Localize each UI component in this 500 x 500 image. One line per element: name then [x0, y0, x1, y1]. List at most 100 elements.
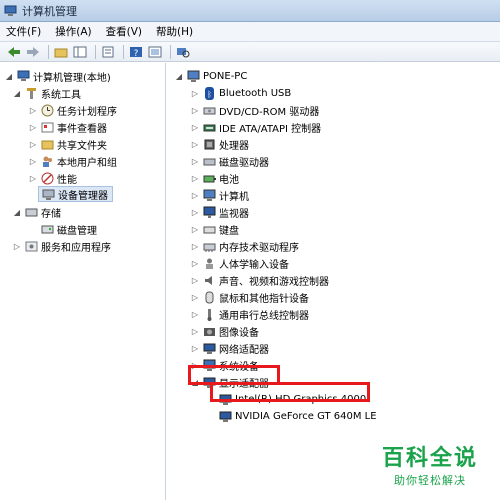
expand-arrow-icon[interactable]: ◢: [12, 89, 22, 98]
sound-icon: [202, 273, 216, 287]
view-icon[interactable]: [147, 44, 163, 60]
watermark: 百科全说 助你轻松解决: [370, 440, 490, 488]
back-icon[interactable]: [6, 44, 22, 60]
help-icon[interactable]: ?: [128, 44, 144, 60]
category-hid[interactable]: ▷ 人体学输入设备: [190, 255, 289, 271]
collapse-arrow-icon[interactable]: ▷: [28, 123, 38, 132]
tree-label: 设备管理器: [58, 190, 108, 202]
scan-hardware-icon[interactable]: [175, 44, 191, 60]
svg-text:ᛒ: ᛒ: [207, 90, 212, 99]
category-sound[interactable]: ▷ 声音、视频和游戏控制器: [190, 272, 329, 288]
category-dvd[interactable]: ▷ DVD/CD-ROM 驱动器: [190, 102, 319, 118]
hid-icon: [202, 256, 216, 270]
collapse-arrow-icon[interactable]: ▷: [190, 89, 200, 98]
category-label: 电池: [219, 174, 239, 186]
expand-arrow-icon[interactable]: ◢: [174, 72, 184, 81]
disk-management-icon: [40, 222, 54, 236]
properties-icon[interactable]: [100, 44, 116, 60]
category-processor[interactable]: ▷ 处理器: [190, 136, 249, 152]
collapse-arrow-icon[interactable]: ▷: [190, 259, 200, 268]
category-label: 人体学输入设备: [219, 259, 289, 271]
collapse-arrow-icon[interactable]: ▷: [190, 157, 200, 166]
computer-management-icon: [4, 5, 17, 17]
tree-item-shared-folders[interactable]: ▷ 共享文件夹: [28, 136, 107, 152]
category-mouse[interactable]: ▷ 鼠标和其他指针设备: [190, 289, 309, 305]
collapse-arrow-icon[interactable]: ▷: [190, 242, 200, 251]
category-label: 鼠标和其他指针设备: [219, 293, 309, 305]
category-usb[interactable]: ▷ 通用串行总线控制器: [190, 306, 309, 322]
collapse-arrow-icon[interactable]: ▷: [190, 106, 200, 115]
collapse-arrow-icon[interactable]: ▷: [190, 225, 200, 234]
monitor-icon: [202, 205, 216, 219]
tree-label: 磁盘管理: [57, 225, 97, 237]
device-nvidia-geforce[interactable]: NVIDIA GeForce GT 640M LE: [216, 408, 377, 424]
tree-item-device-manager[interactable]: 设备管理器: [38, 186, 113, 202]
forward-icon[interactable]: [25, 44, 41, 60]
svg-text:?: ?: [134, 49, 139, 58]
tree-item-computer-management[interactable]: ◢ 计算机管理(本地): [4, 68, 111, 84]
category-battery[interactable]: ▷ 电池: [190, 170, 239, 186]
collapse-arrow-icon[interactable]: ▷: [190, 310, 200, 319]
device-manager-icon: [41, 187, 55, 201]
collapse-arrow-icon[interactable]: ▷: [190, 140, 200, 149]
device-tree: ◢ PONE-PC ▷ ᛒ Bluetooth USB ▷ DVD/CD-ROM…: [168, 63, 500, 500]
category-imaging[interactable]: ▷ 图像设备: [190, 323, 259, 339]
category-network[interactable]: ▷ 网络适配器: [190, 340, 269, 356]
collapse-arrow-icon[interactable]: ▷: [190, 174, 200, 183]
toolbar-separator: [48, 44, 49, 59]
toolbar-separator: [123, 44, 124, 59]
performance-icon: [40, 171, 54, 185]
category-keyboard[interactable]: ▷ 键盘: [190, 221, 239, 237]
toolbar-separator: [95, 44, 96, 59]
watermark-title: 百科全说: [381, 446, 478, 471]
keyboard-icon: [202, 222, 216, 236]
tree-label: 事件查看器: [57, 123, 107, 135]
category-disk-drives[interactable]: ▷ 磁盘驱动器: [190, 153, 269, 169]
category-monitor[interactable]: ▷ 监视器: [190, 204, 249, 220]
collapse-arrow-icon[interactable]: ▷: [12, 242, 22, 251]
tree-item-local-users[interactable]: ▷ 本地用户和组: [28, 153, 117, 169]
tree-label: 本地用户和组: [57, 157, 117, 169]
collapse-arrow-icon[interactable]: ▷: [190, 123, 200, 132]
collapse-arrow-icon[interactable]: ▷: [28, 174, 38, 183]
expand-arrow-icon[interactable]: ◢: [12, 208, 22, 217]
category-computer[interactable]: ▷ 计算机: [190, 187, 249, 203]
category-bluetooth[interactable]: ▷ ᛒ Bluetooth USB: [190, 85, 291, 101]
up-folder-icon[interactable]: [53, 44, 69, 60]
menu-view[interactable]: 查看(V): [106, 24, 142, 39]
tree-item-disk-management[interactable]: 磁盘管理: [38, 221, 97, 237]
collapse-arrow-icon[interactable]: ▷: [190, 293, 200, 302]
menu-action[interactable]: 操作(A): [55, 24, 91, 39]
memory-icon: [202, 239, 216, 253]
menu-help[interactable]: 帮助(H): [156, 24, 193, 39]
tree-item-performance[interactable]: ▷ 性能: [28, 170, 77, 186]
menu-file[interactable]: 文件(F): [6, 24, 41, 39]
show-hide-tree-icon[interactable]: [72, 44, 88, 60]
tree-item-system-tools[interactable]: ◢ 系统工具: [12, 85, 81, 101]
category-ide[interactable]: ▷ IDE ATA/ATAPI 控制器: [190, 119, 321, 135]
category-memory-tech[interactable]: ▷ 内存技术驱动程序: [190, 238, 299, 254]
collapse-arrow-icon[interactable]: ▷: [190, 276, 200, 285]
tree-item-event-viewer[interactable]: ▷ 事件查看器: [28, 119, 107, 135]
battery-icon: [202, 171, 216, 185]
category-label: 声音、视频和游戏控制器: [219, 276, 329, 288]
tree-item-services-apps[interactable]: ▷ 服务和应用程序: [12, 238, 111, 254]
content-area: ◢ 计算机管理(本地) ◢ 系统工具 ▷ 任务计划程序 ▷ 事件查看器 ▷ 共享…: [0, 63, 500, 500]
collapse-arrow-icon[interactable]: ▷: [190, 208, 200, 217]
collapse-arrow-icon[interactable]: ▷: [190, 327, 200, 336]
expand-arrow-icon[interactable]: ◢: [4, 72, 14, 81]
tree-label: 计算机管理(本地): [33, 72, 111, 84]
collapse-arrow-icon[interactable]: ▷: [190, 344, 200, 353]
collapse-arrow-icon[interactable]: ▷: [28, 140, 38, 149]
device-tree-root[interactable]: ◢ PONE-PC: [174, 68, 247, 84]
device-label: NVIDIA GeForce GT 640M LE: [235, 410, 377, 422]
collapse-arrow-icon[interactable]: ▷: [28, 157, 38, 166]
tree-item-storage[interactable]: ◢ 存储: [12, 204, 61, 220]
collapse-arrow-icon[interactable]: ▷: [190, 191, 200, 200]
collapse-arrow-icon[interactable]: ▷: [28, 106, 38, 115]
event-viewer-icon: [40, 120, 54, 134]
tree-item-task-scheduler[interactable]: ▷ 任务计划程序: [28, 102, 117, 118]
users-icon: [40, 154, 54, 168]
category-label: 计算机: [219, 191, 249, 203]
bluetooth-icon: ᛒ: [202, 86, 216, 100]
